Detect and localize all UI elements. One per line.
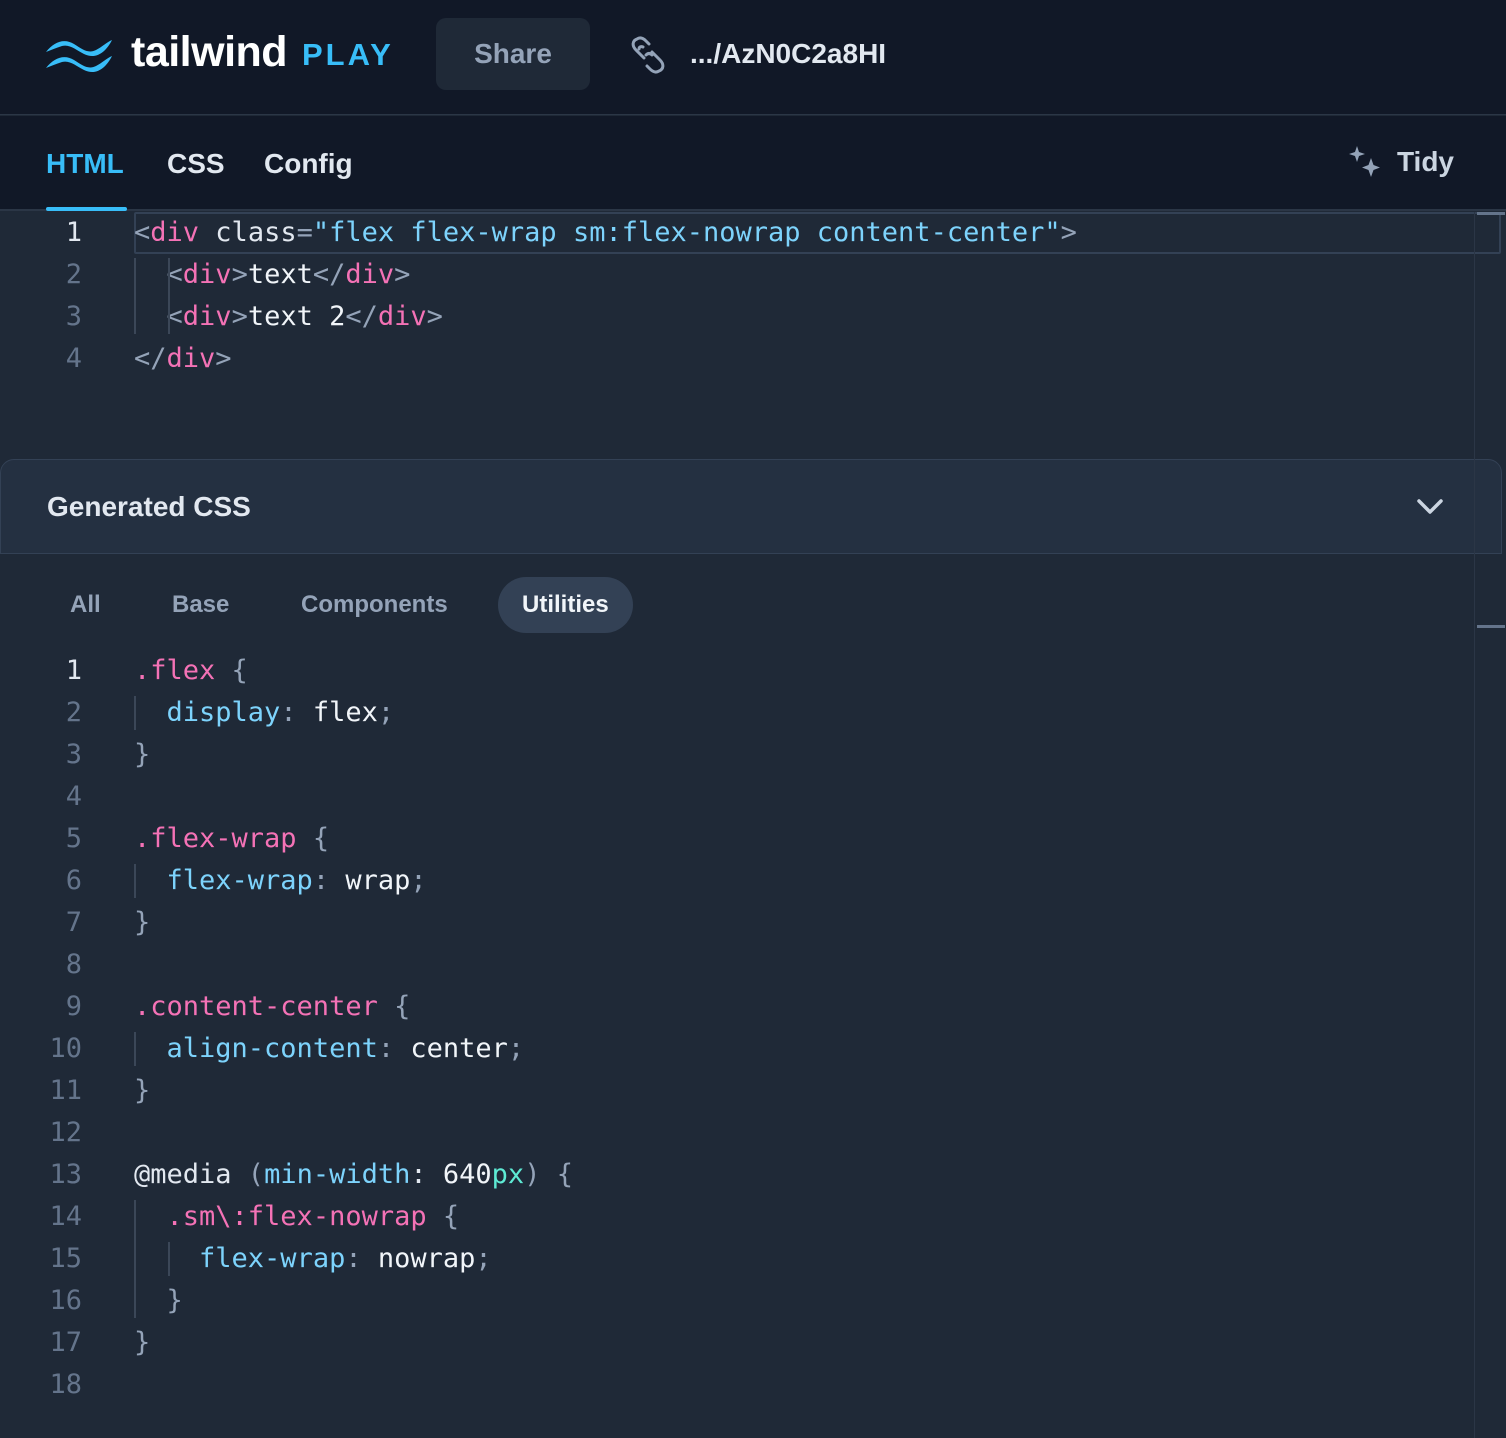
code-text: }: [134, 1075, 151, 1106]
code-text: .flex {: [134, 655, 248, 686]
code-line: 4 </div>: [0, 338, 1475, 380]
code-text: flex-wrap: nowrap;: [199, 1243, 492, 1274]
active-tab-indicator: [46, 207, 127, 211]
code-line: 13 @media (min-width: 640px) {: [0, 1154, 1475, 1196]
line-number: 15: [49, 1243, 82, 1274]
html-code-editor[interactable]: 1 <div class="flex flex-wrap sm:flex-nowr…: [0, 212, 1506, 460]
code-line: 1 <div class="flex flex-wrap sm:flex-nowr…: [0, 212, 1475, 254]
code-line: 18: [0, 1364, 1475, 1406]
code-text: <div>text</div>: [166, 259, 411, 290]
line-number: 3: [65, 301, 82, 332]
code-line: 9 .content-center {: [0, 986, 1475, 1028]
generated-css-code[interactable]: 1 .flex {2 display: flex; 3} 4 5 .flex-wrap {…: [0, 650, 1506, 1438]
code-line: 6 flex-wrap: wrap;: [0, 860, 1475, 902]
indent-guide: [134, 258, 136, 334]
line-number: 11: [49, 1075, 82, 1106]
code-text: <div class="flex flex-wrap sm:flex-nowra…: [134, 217, 1077, 248]
line-number: 18: [49, 1369, 82, 1400]
line-number: 16: [49, 1285, 82, 1316]
line-number: 8: [65, 949, 82, 980]
line-number: 7: [65, 907, 82, 938]
code-text: }: [134, 907, 151, 938]
indent-guide: [134, 864, 136, 898]
logo-play-label[interactable]: PLAY: [302, 35, 394, 75]
code-line: 2 <div>text</div>: [0, 254, 1475, 296]
tab-css[interactable]: CSS: [167, 146, 225, 182]
line-number: 5: [65, 823, 82, 854]
line-number: 14: [49, 1201, 82, 1232]
tab-html[interactable]: HTML: [46, 146, 124, 182]
css-layer-filters: All Base Components Utilities: [0, 575, 1474, 633]
line-number: 1: [65, 217, 82, 248]
code-line: 14 .sm\:flex-nowrap {: [0, 1196, 1475, 1238]
code-line: 3 <div>text 2</div>: [0, 296, 1475, 338]
share-url[interactable]: .../AzN0C2a8HI: [690, 34, 886, 74]
generated-css-header[interactable]: Generated CSS: [0, 459, 1502, 554]
code-line: 11}: [0, 1070, 1475, 1112]
indent-guide: [134, 1032, 136, 1066]
generated-css-title: Generated CSS: [47, 491, 251, 522]
code-line: 17}: [0, 1322, 1475, 1364]
code-line: 2 display: flex;: [0, 692, 1475, 734]
line-number: 2: [65, 259, 82, 290]
indent-guide: [168, 258, 170, 334]
logo-wordmark[interactable]: tailwind: [131, 27, 288, 77]
tab-config[interactable]: Config: [264, 146, 353, 182]
code-line: 5 .flex-wrap {: [0, 818, 1475, 860]
line-number: 4: [65, 343, 82, 374]
filter-utilities[interactable]: Utilities: [498, 577, 633, 633]
line-number: 9: [65, 991, 82, 1022]
scrollbar-thumb[interactable]: [1477, 625, 1505, 628]
code-text: @media (min-width: 640px) {: [134, 1159, 573, 1190]
chevron-down-icon[interactable]: [1415, 494, 1445, 520]
indent-guide: [168, 1242, 170, 1276]
vertical-scrollbar[interactable]: [1474, 212, 1506, 1438]
code-text: .flex-wrap {: [134, 823, 330, 854]
indent-guide: [134, 696, 136, 730]
code-text: flex-wrap: wrap;: [166, 865, 427, 896]
sparkles-icon: [1348, 146, 1380, 177]
line-number: 6: [65, 865, 82, 896]
editor-tabs: HTML CSS Config Tidy: [0, 116, 1506, 211]
link-icon: [631, 36, 665, 74]
code-line: 4: [0, 776, 1475, 818]
line-number: 13: [49, 1159, 82, 1190]
code-text: }: [134, 739, 151, 770]
scrollbar-thumb[interactable]: [1477, 212, 1505, 215]
indent-guide: [134, 1200, 136, 1318]
line-number: 3: [65, 739, 82, 770]
code-text: </div>: [134, 343, 232, 374]
code-line: 12: [0, 1112, 1475, 1154]
code-line: 16 }: [0, 1280, 1475, 1322]
code-text: .content-center {: [134, 991, 411, 1022]
filter-base[interactable]: Base: [148, 577, 253, 633]
code-line: 15 flex-wrap: nowrap;: [0, 1238, 1475, 1280]
code-line: 1 .flex {: [0, 650, 1475, 692]
line-number: 4: [65, 781, 82, 812]
code-line: 7}: [0, 902, 1475, 944]
code-text: align-content: center;: [166, 1033, 525, 1064]
filter-components[interactable]: Components: [277, 577, 472, 633]
tailwind-logo-icon[interactable]: [44, 32, 114, 74]
line-number: 10: [49, 1033, 82, 1064]
top-bar: tailwind PLAY Share .../AzN0C2a8HI: [0, 0, 1506, 115]
line-number: 1: [65, 655, 82, 686]
line-number: 17: [49, 1327, 82, 1358]
code-line: 10 align-content: center;: [0, 1028, 1475, 1070]
line-number: 2: [65, 697, 82, 728]
filter-all[interactable]: All: [46, 577, 125, 633]
code-text: display: flex;: [166, 697, 395, 728]
code-text: }: [134, 1327, 151, 1358]
tidy-label: Tidy: [1396, 146, 1454, 177]
code-text: <div>text 2</div>: [166, 301, 443, 332]
share-button[interactable]: Share: [436, 18, 590, 90]
code-text: }: [166, 1285, 183, 1316]
tidy-button[interactable]: Tidy: [1347, 144, 1454, 180]
code-line: 3}: [0, 734, 1475, 776]
code-line: 8: [0, 944, 1475, 986]
code-text: .sm\:flex-nowrap {: [166, 1201, 460, 1232]
line-number: 12: [49, 1117, 82, 1148]
